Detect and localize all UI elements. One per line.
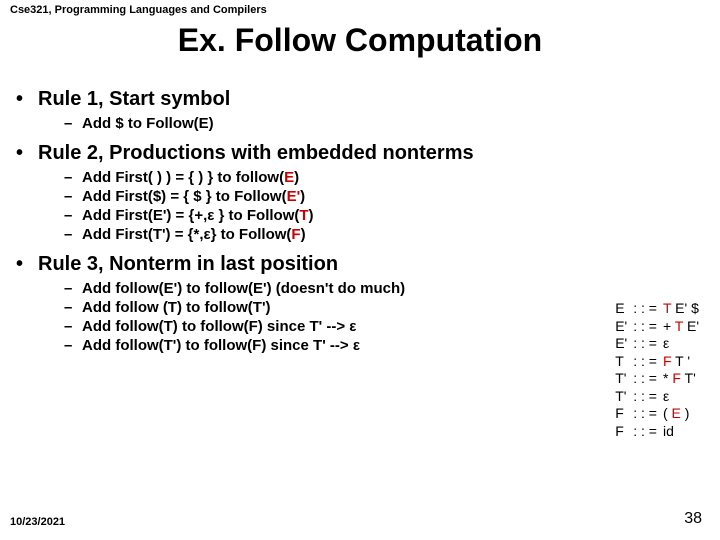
bullet-dot-icon: • xyxy=(16,142,38,165)
rule3-item-text: Add follow(T') to follow(F) since T' -->… xyxy=(82,337,360,354)
rule3-title: Rule 3, Nonterm in last position xyxy=(38,253,338,276)
bullet-dash-icon: – xyxy=(64,226,82,243)
rule3-item-text: Add follow(E') to follow(E') (doesn't do… xyxy=(82,280,405,297)
rule3-item-text: Add follow (T) to follow(T') xyxy=(82,299,271,316)
grammar-row: T': : =* F T' xyxy=(612,370,702,388)
rule3-item: – Add follow(T) to follow(F) since T' --… xyxy=(64,318,706,335)
rule2-item: – Add First($) = { $ } to Follow(E') xyxy=(64,188,706,205)
rule3-item-text: Add follow(T) to follow(F) since T' --> … xyxy=(82,318,356,335)
course-header: Cse321, Programming Languages and Compil… xyxy=(10,4,267,16)
rule2-item-text: Add First( ) ) = { ) } to follow(E) xyxy=(82,169,299,186)
grammar-row: F: : =( E ) xyxy=(612,405,702,423)
bullet-dash-icon: – xyxy=(64,169,82,186)
bullet-dash-icon: – xyxy=(64,188,82,205)
grammar-row: E': : =+ T E' xyxy=(612,318,702,336)
rule2-item: – Add First(T') = {*,ε} to Follow(F) xyxy=(64,226,706,243)
bullet-dash-icon: – xyxy=(64,299,82,316)
rule1-title: Rule 1, Start symbol xyxy=(38,88,230,111)
rule1-item: – Add $ to Follow(E) xyxy=(64,115,706,132)
grammar-row: F: : =id xyxy=(612,423,702,441)
bullet-dash-icon: – xyxy=(64,318,82,335)
rule2-item-text: Add First(E') = {+,ε } to Follow(T) xyxy=(82,207,314,224)
rule3-item: – Add follow (T) to follow(T') xyxy=(64,299,706,316)
bullet-dash-icon: – xyxy=(64,115,82,132)
bullet-dot-icon: • xyxy=(16,253,38,276)
rule2-item: – Add First(E') = {+,ε } to Follow(T) xyxy=(64,207,706,224)
rule2-item-text: Add First($) = { $ } to Follow(E') xyxy=(82,188,305,205)
grammar-row: E: : =T E' $ xyxy=(612,300,702,318)
bullet-dash-icon: – xyxy=(64,207,82,224)
grammar-row: T': : =ε xyxy=(612,388,702,406)
bullet-dash-icon: – xyxy=(64,280,82,297)
rule3-item: – Add follow(E') to follow(E') (doesn't … xyxy=(64,280,706,297)
slide-content: • Rule 1, Start symbol – Add $ to Follow… xyxy=(16,78,706,356)
bullet-dash-icon: – xyxy=(64,337,82,354)
footer-page-number: 38 xyxy=(684,510,702,528)
rule3-item: – Add follow(T') to follow(F) since T' -… xyxy=(64,337,706,354)
grammar-table: E: : =T E' $ E': : =+ T E' E': : =ε T: :… xyxy=(612,300,702,440)
rule1-heading: • Rule 1, Start symbol xyxy=(16,88,706,111)
rule2-item-text: Add First(T') = {*,ε} to Follow(F) xyxy=(82,226,306,243)
rule2-heading: • Rule 2, Productions with embedded nont… xyxy=(16,142,706,165)
grammar-row: T: : =F T ' xyxy=(612,353,702,371)
slide-title: Ex. Follow Computation xyxy=(0,22,720,59)
rule2-item: – Add First( ) ) = { ) } to follow(E) xyxy=(64,169,706,186)
bullet-dot-icon: • xyxy=(16,88,38,111)
grammar-row: E': : =ε xyxy=(612,335,702,353)
rule1-item-text: Add $ to Follow(E) xyxy=(82,115,214,132)
footer-date: 10/23/2021 xyxy=(10,516,65,528)
rule2-title: Rule 2, Productions with embedded nonter… xyxy=(38,142,474,165)
rule3-heading: • Rule 3, Nonterm in last position xyxy=(16,253,706,276)
